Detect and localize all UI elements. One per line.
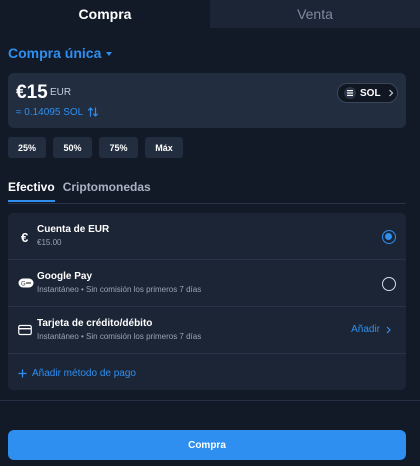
radio-selected[interactable] <box>382 230 396 244</box>
conversion-row[interactable]: ≈ 0.14095 SOL <box>16 106 99 118</box>
method-title: Tarjeta de crédito/débito <box>37 318 153 329</box>
payment-methods-list: € Cuenta de EUR €15.00 G Google Pay Inst… <box>8 213 406 390</box>
tab-cash[interactable]: Efectivo <box>8 180 55 202</box>
divider <box>0 400 420 401</box>
caret-down-icon <box>106 51 113 56</box>
method-subtitle: Instantáneo • Sin comisión los primeros … <box>37 285 202 294</box>
google-pay-icon: G <box>18 278 34 288</box>
euro-icon: € <box>21 230 28 244</box>
solana-icon <box>344 87 356 99</box>
add-card-link[interactable]: Añadir <box>351 324 392 335</box>
asset-selector[interactable]: SOL <box>337 83 398 103</box>
conversion-value: ≈ 0.14095 SOL <box>16 106 84 118</box>
svg-text:G: G <box>21 282 26 288</box>
amount-currency: EUR <box>50 87 72 98</box>
svg-text:€: € <box>21 230 28 244</box>
credit-card-icon <box>18 324 32 336</box>
method-subtitle: Instantáneo • Sin comisión los primeros … <box>37 332 202 341</box>
tab-buy[interactable]: Compra <box>0 0 210 28</box>
purchase-mode-label: Compra única <box>8 45 102 61</box>
method-google-pay[interactable]: G Google Pay Instantáneo • Sin comisión … <box>8 260 406 307</box>
tab-sell[interactable]: Venta <box>210 0 420 28</box>
chevron-right-icon <box>386 326 391 333</box>
asset-label: SOL <box>360 87 381 99</box>
add-payment-method-button[interactable]: Añadir método de pago <box>18 368 136 379</box>
swap-icon[interactable] <box>87 106 99 118</box>
buy-button[interactable]: Compra <box>8 430 406 460</box>
method-eur-account[interactable]: € Cuenta de EUR €15.00 <box>8 213 406 260</box>
percent-25-button[interactable]: 25% <box>8 137 46 158</box>
percent-75-button[interactable]: 75% <box>99 137 138 158</box>
add-payment-method-label: Añadir método de pago <box>32 368 136 379</box>
buy-sell-tabs: Compra Venta <box>0 0 420 28</box>
percent-buttons: 25% 50% 75% Máx <box>8 137 183 158</box>
tab-crypto[interactable]: Criptomonedas <box>63 180 151 202</box>
method-credit-card[interactable]: Tarjeta de crédito/débito Instantáneo • … <box>8 307 406 354</box>
amount-input-box[interactable]: €15 EUR ≈ 0.14095 SOL SOL <box>8 73 406 128</box>
plus-icon <box>18 369 27 378</box>
method-title: Google Pay <box>37 271 93 282</box>
percent-50-button[interactable]: 50% <box>53 137 92 158</box>
method-title: Cuenta de EUR <box>37 224 110 235</box>
method-subtitle: €15.00 <box>37 238 62 247</box>
max-button[interactable]: Máx <box>145 137 183 158</box>
chevron-right-icon <box>388 89 393 97</box>
purchase-mode-dropdown[interactable]: Compra única <box>8 45 113 61</box>
payment-type-tabs: Efectivo Criptomonedas <box>8 180 151 202</box>
divider <box>8 203 406 204</box>
radio-unselected[interactable] <box>382 277 396 291</box>
add-card-label: Añadir <box>351 324 380 335</box>
amount-value[interactable]: €15 <box>16 82 48 104</box>
